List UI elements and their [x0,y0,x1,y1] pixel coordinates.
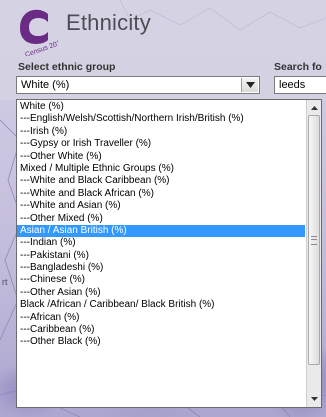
ethnic-group-select[interactable]: White (%) [16,76,260,94]
scrollbar[interactable] [306,100,321,407]
selector-panel: Select ethnic group Search fo White (%) [0,58,326,100]
dropdown-option[interactable]: ---Caribbean (%) [17,324,305,336]
selected-value: White (%) [21,79,70,91]
dropdown-option[interactable]: ---Indian (%) [17,237,305,249]
dropdown-option[interactable]: ---White and Asian (%) [17,200,305,212]
dropdown-option[interactable]: ---Bangladeshi (%) [17,262,305,274]
dropdown-option[interactable]: Mixed / Multiple Ethnic Groups (%) [17,163,305,175]
select-dropdown-button[interactable] [241,78,258,92]
dropdown-option[interactable]: ---Gypsy or Irish Traveller (%) [17,138,305,150]
grip-icon [311,235,317,245]
dropdown-option[interactable]: Asian / Asian British (%) [17,224,305,238]
dropdown-option[interactable]: ---Other Black (%) [17,336,305,348]
dropdown-option[interactable]: Black /African / Caribbean/ Black Britis… [17,299,305,311]
dropdown-option[interactable]: ---English/Welsh/Scottish/Northern Irish… [17,113,305,125]
dropdown-option[interactable]: ---White and Black African (%) [17,188,305,200]
chevron-down-icon [245,82,255,88]
dropdown-option[interactable]: ---Irish (%) [17,126,305,138]
scroll-up-arrow-icon[interactable] [307,101,321,115]
map-place-label: rt [2,277,8,287]
search-label: Search fo [274,61,322,73]
dropdown-option[interactable]: White (%) [17,101,305,113]
header-panel: Census 2011 Ethnicity [0,0,326,59]
page-title: Ethnicity [66,10,151,35]
dropdown-option[interactable]: ---Other White (%) [17,151,305,163]
dropdown-option[interactable]: ---Other Asian (%) [17,287,305,299]
dropdown-option[interactable]: ---Pakistani (%) [17,250,305,262]
dropdown-option[interactable]: ---African (%) [17,312,305,324]
dropdown-option[interactable]: ---Other Mixed (%) [17,213,305,225]
dropdown-option[interactable]: ---Chinese (%) [17,274,305,286]
options-list: White (%) ---English/Welsh/Scottish/North… [17,101,305,349]
dropdown-option[interactable]: ---White and Black Caribbean (%) [17,175,305,187]
ethnic-group-label: Select ethnic group [18,61,116,73]
search-input[interactable] [274,76,326,94]
scroll-down-arrow-icon[interactable] [307,392,321,406]
scrollbar-thumb[interactable] [308,115,320,365]
census-logo-icon: Census 2011 [14,6,65,59]
ethnic-group-dropdown-list[interactable]: White (%) ---English/Welsh/Scottish/North… [16,99,322,408]
